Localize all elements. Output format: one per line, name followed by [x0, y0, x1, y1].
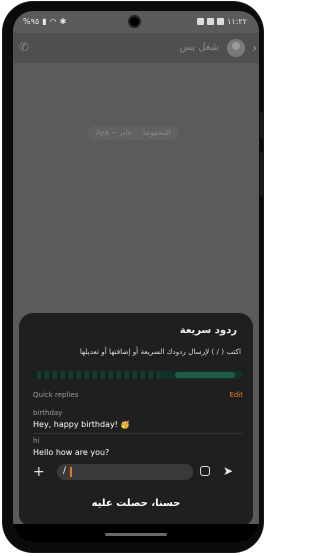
volume-button: [260, 112, 263, 138]
sheet-title: ردود سريعة: [179, 325, 237, 336]
got-it-button[interactable]: حسنا، حصلت عليه: [19, 498, 253, 509]
navigation-bar: [13, 524, 259, 542]
back-arrow-icon[interactable]: ›: [252, 41, 257, 55]
quick-replies-label: Quick replies: [33, 391, 79, 399]
quick-reply-message: Hey, happy birthday! 🥳: [33, 420, 131, 429]
front-camera: [130, 17, 139, 26]
message-input[interactable]: /: [57, 464, 193, 480]
phone-frame: %٩٥ ▮ ◠ ✱ ١١:٢٢ ✆ شغل بس › Aya ~ المجموع…: [3, 2, 263, 552]
system-notice-left: غادر: [119, 129, 132, 137]
send-icon[interactable]: ➤: [223, 464, 233, 478]
contact-name[interactable]: شغل بس: [180, 42, 220, 53]
signal-icon: ▮: [42, 17, 47, 26]
home-indicator[interactable]: [105, 533, 167, 536]
battery-percent: %٩٥: [23, 17, 40, 26]
status-right: ١١:٢٢: [197, 17, 247, 26]
power-button: [260, 152, 263, 196]
edit-button[interactable]: Edit: [229, 391, 243, 399]
divider: [33, 433, 243, 434]
illustration: [33, 371, 243, 379]
quick-reply-message: Hello how are you?: [33, 448, 110, 457]
illustration-bubble: [175, 372, 235, 378]
system-notice: Aya ~ المجموعة غادر: [88, 126, 179, 140]
sheet-description: اكتب ( / ) لإرسال ردودك السريعة أو إضافت…: [79, 347, 241, 356]
call-icon[interactable]: ✆: [19, 40, 29, 54]
screen: %٩٥ ▮ ◠ ✱ ١١:٢٢ ✆ شغل بس › Aya ~ المجموع…: [13, 11, 259, 542]
composer: + / ➤: [19, 463, 253, 483]
system-notice-group: Aya ~ المجموعة: [96, 129, 171, 137]
text-cursor: [70, 467, 72, 477]
chat-header: ✆ شغل بس ›: [13, 33, 259, 63]
status-bar: %٩٥ ▮ ◠ ✱ ١١:٢٢: [13, 11, 259, 33]
avatar[interactable]: [227, 39, 245, 57]
sticker-icon[interactable]: [200, 466, 210, 476]
whatsapp-icon: [217, 18, 225, 25]
chat-area: Aya ~ المجموعة غادر: [13, 63, 259, 313]
quick-reply-shortcut: hi: [33, 437, 40, 445]
quick-replies-header: Quick replies Edit: [33, 391, 243, 403]
status-left: %٩٥ ▮ ◠ ✱: [23, 17, 66, 26]
message-input-text: /: [63, 466, 67, 476]
wifi-icon: ◠: [49, 17, 57, 26]
notification-icon: [197, 18, 205, 25]
gallery-icon: [207, 18, 215, 25]
clock: ١١:٢٢: [227, 17, 247, 26]
bluetooth-icon: ✱: [59, 17, 67, 26]
plus-icon[interactable]: +: [33, 464, 45, 480]
quick-replies-sheet: ردود سريعة اكتب ( / ) لإرسال ردودك السري…: [19, 313, 253, 525]
quick-reply-shortcut: birthday: [33, 409, 63, 417]
